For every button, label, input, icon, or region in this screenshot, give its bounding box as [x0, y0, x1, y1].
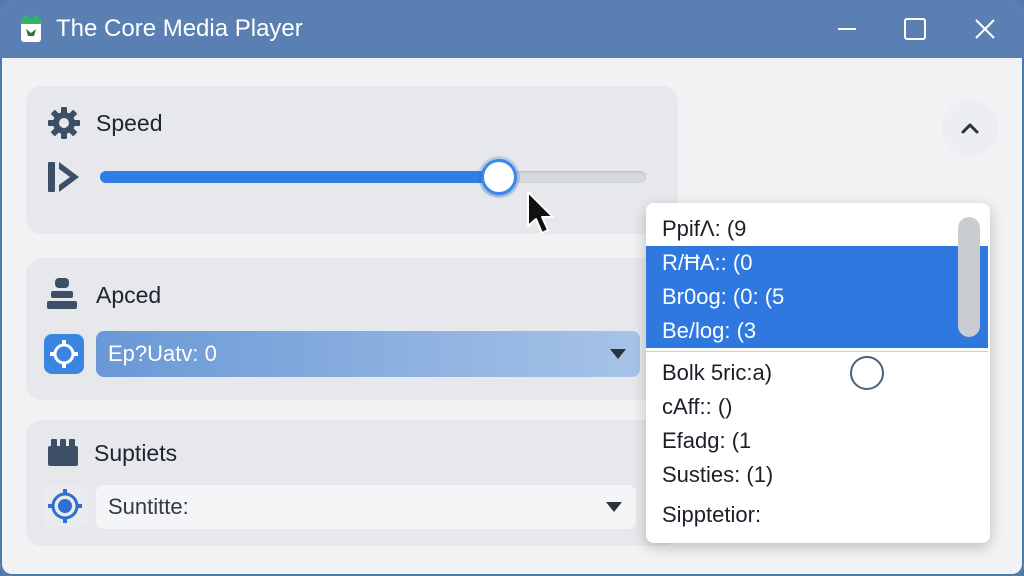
apced-panel [26, 258, 678, 400]
close-icon [975, 19, 995, 39]
captions-icon [48, 439, 78, 466]
close-button[interactable] [962, 6, 1008, 52]
window-title: The Core Media Player [56, 15, 303, 42]
play-forward-icon[interactable] [46, 158, 82, 196]
suptets-settings-button[interactable] [42, 485, 88, 527]
minimize-icon [838, 28, 856, 30]
app-logo-icon [21, 15, 41, 42]
suptets-dropdown-value: Suntitte: [108, 494, 189, 519]
minimize-button[interactable] [824, 6, 870, 52]
speed-panel [26, 86, 678, 234]
apced-dropdown[interactable]: Ep?Uatv: 0 [96, 331, 640, 377]
mouse-cursor-icon [527, 191, 554, 234]
speed-slider-thumb[interactable] [480, 159, 517, 195]
popup-divider [646, 351, 988, 352]
popup-item[interactable]: Efadg: (1 [646, 424, 988, 458]
speed-slider-fill [100, 171, 499, 183]
popup-item[interactable]: Sipptetior: [646, 498, 988, 532]
radio-button[interactable] [850, 356, 884, 390]
settings-cog-icon [50, 340, 78, 368]
popup-item[interactable]: Br0og: (0: (5 [646, 280, 988, 314]
popup-item[interactable]: Bolk 5ric:a) [646, 356, 988, 390]
target-icon [48, 489, 82, 523]
maximize-icon [904, 18, 926, 40]
popup-scrollbar[interactable] [958, 217, 980, 337]
stack-icon [47, 278, 77, 309]
options-popup: PpifΛ: (9 R/ĦA:: (0 Br0og: (0: (5 Be/log: (… [646, 203, 990, 543]
maximize-button[interactable] [892, 6, 938, 52]
apced-settings-button[interactable] [44, 334, 84, 374]
collapse-button[interactable] [942, 100, 998, 156]
suptets-dropdown[interactable]: Suntitte: [96, 485, 636, 529]
chevron-down-icon [610, 349, 626, 359]
title-bar: The Core Media Player [0, 0, 1024, 58]
apced-title: Apced [96, 282, 162, 308]
chevron-down-icon [606, 502, 622, 512]
popup-item[interactable]: PpifΛ: (9 [646, 212, 988, 246]
popup-item[interactable]: R/ĦA:: (0 [646, 246, 988, 280]
popup-item[interactable]: Be/log: (3 [646, 314, 988, 348]
chevron-up-icon [961, 123, 979, 134]
speed-title: Speed [96, 110, 163, 136]
speed-slider[interactable] [100, 159, 646, 195]
suptets-title: Suptiets [94, 440, 178, 466]
media-player-window: The Core Media Player Speed Apced Ep?Uat… [0, 0, 1024, 576]
gear-icon [48, 107, 80, 139]
apced-dropdown-value: Ep?Uatv: 0 [108, 341, 217, 366]
popup-item[interactable]: Susties: (1) [646, 458, 988, 492]
popup-item[interactable]: cAff:: () [646, 390, 988, 424]
